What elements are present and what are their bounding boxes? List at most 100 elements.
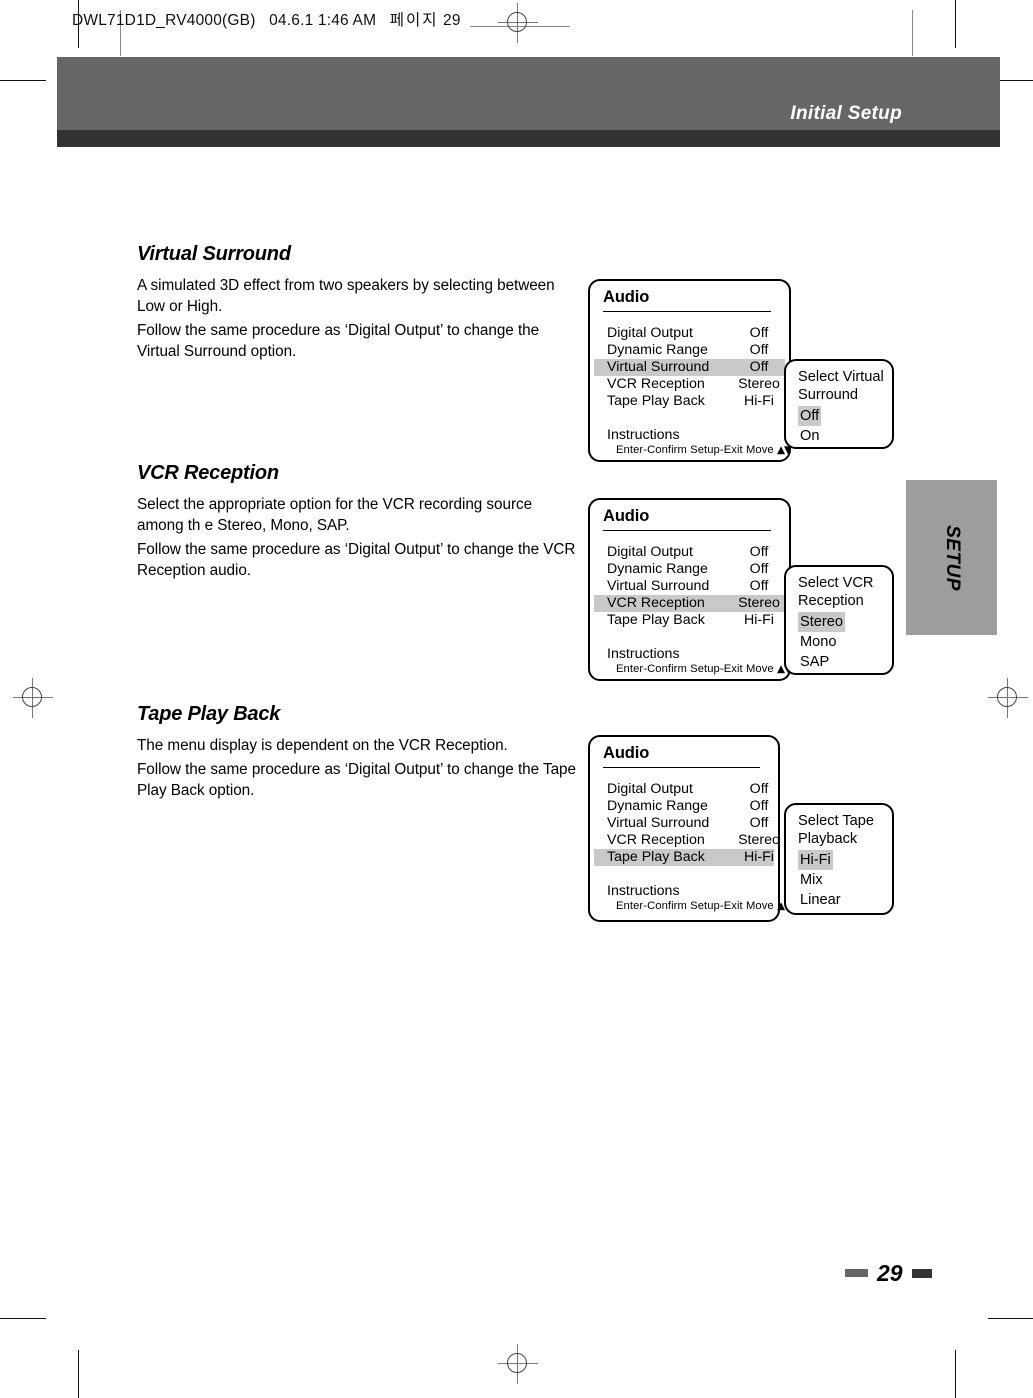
osd-row-value: Stereo [738, 595, 780, 611]
crop-mark-top-right-vertical [955, 0, 956, 48]
osd-illustration-virtual-surround: Audio Digital Output Off Dynamic Range O… [588, 279, 898, 469]
section-heading: Virtual Surround [137, 243, 291, 265]
osd-submenu-tape-playback: Select Tape Playback Hi-Fi Mix Linear [784, 803, 894, 915]
osd-key-hints: Enter-Confirm Setup-Exit Move ▲▼ [590, 662, 792, 675]
section-paragraph: Follow the same procedure as ‘Digital Ou… [137, 322, 540, 360]
osd-row-tape-play-back[interactable]: Tape Play Back Hi-Fi [594, 849, 774, 866]
registration-mark-top [498, 3, 538, 43]
crop-mark-left-top-horizontal [0, 80, 46, 81]
registration-mark-left [13, 678, 53, 718]
osd-submenu-virtual-surround: Select Virtual Surround Off On [784, 359, 894, 449]
osd-audio-menu: Audio Digital Output Off Dynamic Range O… [588, 498, 792, 681]
osd-row-value: Off [749, 561, 769, 577]
osd-submenu-prompt: Select Virtual Surround [798, 369, 884, 403]
osd-menu-rows: Digital Output Off Dynamic Range Off Vir… [590, 312, 789, 410]
running-head-banner: Initial Setup [57, 57, 1000, 147]
folio-page-number: 29 [877, 1259, 903, 1286]
osd-row-digital-output[interactable]: Digital Output Off [594, 325, 785, 342]
osd-row-label: VCR Reception [607, 832, 705, 848]
trim-line-right [912, 10, 913, 56]
osd-instructions-label: Instructions [607, 427, 680, 443]
osd-submenu-option-on[interactable]: On [798, 426, 821, 446]
osd-row-label: Dynamic Range [607, 798, 708, 814]
osd-audio-menu: Audio Digital Output Off Dynamic Range O… [588, 279, 792, 462]
section-paragraph: A simulated 3D effect from two speakers … [137, 277, 555, 315]
slug-korean-label: 페이지 [389, 11, 439, 29]
osd-key-hints-text: Enter-Confirm Setup-Exit Move [616, 444, 774, 456]
osd-key-hints: Enter-Confirm Setup-Exit Move ▲▼ [590, 899, 792, 912]
registration-mark-right [988, 678, 1028, 718]
osd-submenu-prompt: Select Tape Playback [798, 813, 874, 847]
osd-row-vcr-reception[interactable]: VCR Reception Stereo [594, 376, 785, 393]
osd-row-tape-play-back[interactable]: Tape Play Back Hi-Fi [594, 393, 785, 410]
osd-row-virtual-surround[interactable]: Virtual Surround Off [594, 578, 785, 595]
osd-submenu-option-mono[interactable]: Mono [798, 632, 839, 652]
osd-row-dynamic-range[interactable]: Dynamic Range Off [594, 561, 785, 578]
osd-instructions-label: Instructions [607, 883, 680, 899]
crop-mark-bottom-right-vertical [955, 1350, 956, 1398]
osd-key-hints: Enter-Confirm Setup-Exit Move ▲▼ [590, 443, 792, 456]
osd-row-dynamic-range[interactable]: Dynamic Range Off [594, 342, 785, 359]
osd-row-value: Off [749, 325, 769, 341]
folio-bar-left [845, 1269, 868, 1277]
osd-row-dynamic-range[interactable]: Dynamic Range Off [594, 798, 774, 815]
osd-row-vcr-reception[interactable]: VCR Reception Stereo [594, 595, 785, 612]
prepress-slug: DWL71D1D_RV4000(GB) 04.6.1 1:46 AM 페이지 2… [72, 8, 461, 30]
osd-row-virtual-surround[interactable]: Virtual Surround Off [594, 815, 774, 832]
osd-row-label: Digital Output [607, 781, 693, 797]
osd-submenu-option-stereo[interactable]: Stereo [798, 612, 845, 632]
osd-row-label: Virtual Surround [607, 578, 710, 594]
section-heading: VCR Reception [137, 462, 279, 484]
section-paragraph: Select the appropriate option for the VC… [137, 496, 533, 534]
osd-menu-rows: Digital Output Off Dynamic Range Off Vir… [590, 768, 780, 866]
section-paragraph: The menu display is dependent on the VCR… [137, 737, 508, 754]
osd-key-hints-text: Enter-Confirm Setup-Exit Move [616, 663, 774, 675]
osd-menu-title: Audio [603, 288, 650, 306]
section-paragraph: Follow the same procedure as ‘Digital Ou… [137, 541, 576, 579]
osd-instructions-label: Instructions [607, 646, 680, 662]
manual-page: DWL71D1D_RV4000(GB) 04.6.1 1:46 AM 페이지 2… [0, 0, 1033, 1398]
osd-row-label: Tape Play Back [607, 849, 705, 865]
slug-filename: DWL71D1D_RV4000(GB) [72, 12, 256, 29]
osd-submenu-prompt: Select VCR Reception [798, 575, 874, 609]
osd-submenu-options: Stereo Mono SAP [786, 612, 892, 672]
osd-row-vcr-reception[interactable]: VCR Reception Stereo [594, 832, 780, 849]
osd-row-label: Tape Play Back [607, 393, 705, 409]
osd-row-label: Dynamic Range [607, 342, 708, 358]
osd-row-tape-play-back[interactable]: Tape Play Back Hi-Fi [594, 612, 785, 629]
side-thumb-tab-label: SETUP [941, 524, 963, 591]
osd-key-hints-text: Enter-Confirm Setup-Exit Move [616, 900, 774, 912]
osd-row-virtual-surround[interactable]: Virtual Surround Off [594, 359, 785, 376]
osd-audio-menu: Audio Digital Output Off Dynamic Range O… [588, 735, 792, 922]
osd-row-value: Hi-Fi [744, 393, 774, 409]
osd-row-value: Off [749, 359, 769, 375]
osd-row-value: Off [749, 342, 769, 358]
osd-row-label: Virtual Surround [607, 815, 710, 831]
osd-row-value: Off [749, 815, 769, 831]
osd-row-value: Off [749, 781, 769, 797]
osd-menu-rows: Digital Output Off Dynamic Range Off Vir… [590, 531, 789, 629]
osd-submenu-option-hifi[interactable]: Hi-Fi [798, 850, 833, 870]
folio-bar-right [911, 1268, 932, 1278]
osd-submenu-option-mix[interactable]: Mix [798, 870, 825, 890]
folio: 29 [845, 1259, 932, 1286]
section-paragraph: Follow the same procedure as ‘Digital Ou… [137, 761, 576, 799]
crop-mark-right-bottom-horizontal [988, 1318, 1033, 1319]
osd-menu-title: Audio [603, 507, 650, 525]
osd-row-value: Hi-Fi [744, 612, 774, 628]
osd-submenu-option-linear[interactable]: Linear [798, 890, 843, 910]
osd-row-digital-output[interactable]: Digital Output Off [594, 781, 774, 798]
running-head-title: Initial Setup [790, 103, 902, 124]
osd-row-value: Off [749, 578, 769, 594]
osd-submenu-options: Off On [786, 406, 892, 446]
osd-row-label: VCR Reception [607, 376, 705, 392]
osd-row-value: Stereo [738, 376, 780, 392]
osd-row-value: Off [749, 798, 769, 814]
osd-row-digital-output[interactable]: Digital Output Off [594, 544, 785, 561]
side-thumb-tab-setup: SETUP [906, 480, 997, 635]
osd-illustration-tape-play-back: Audio Digital Output Off Dynamic Range O… [588, 735, 898, 925]
osd-row-label: Digital Output [607, 325, 693, 341]
osd-submenu-option-sap[interactable]: SAP [798, 652, 831, 672]
osd-submenu-option-off[interactable]: Off [798, 406, 822, 426]
slug-timestamp: 04.6.1 1:46 AM [269, 12, 377, 29]
